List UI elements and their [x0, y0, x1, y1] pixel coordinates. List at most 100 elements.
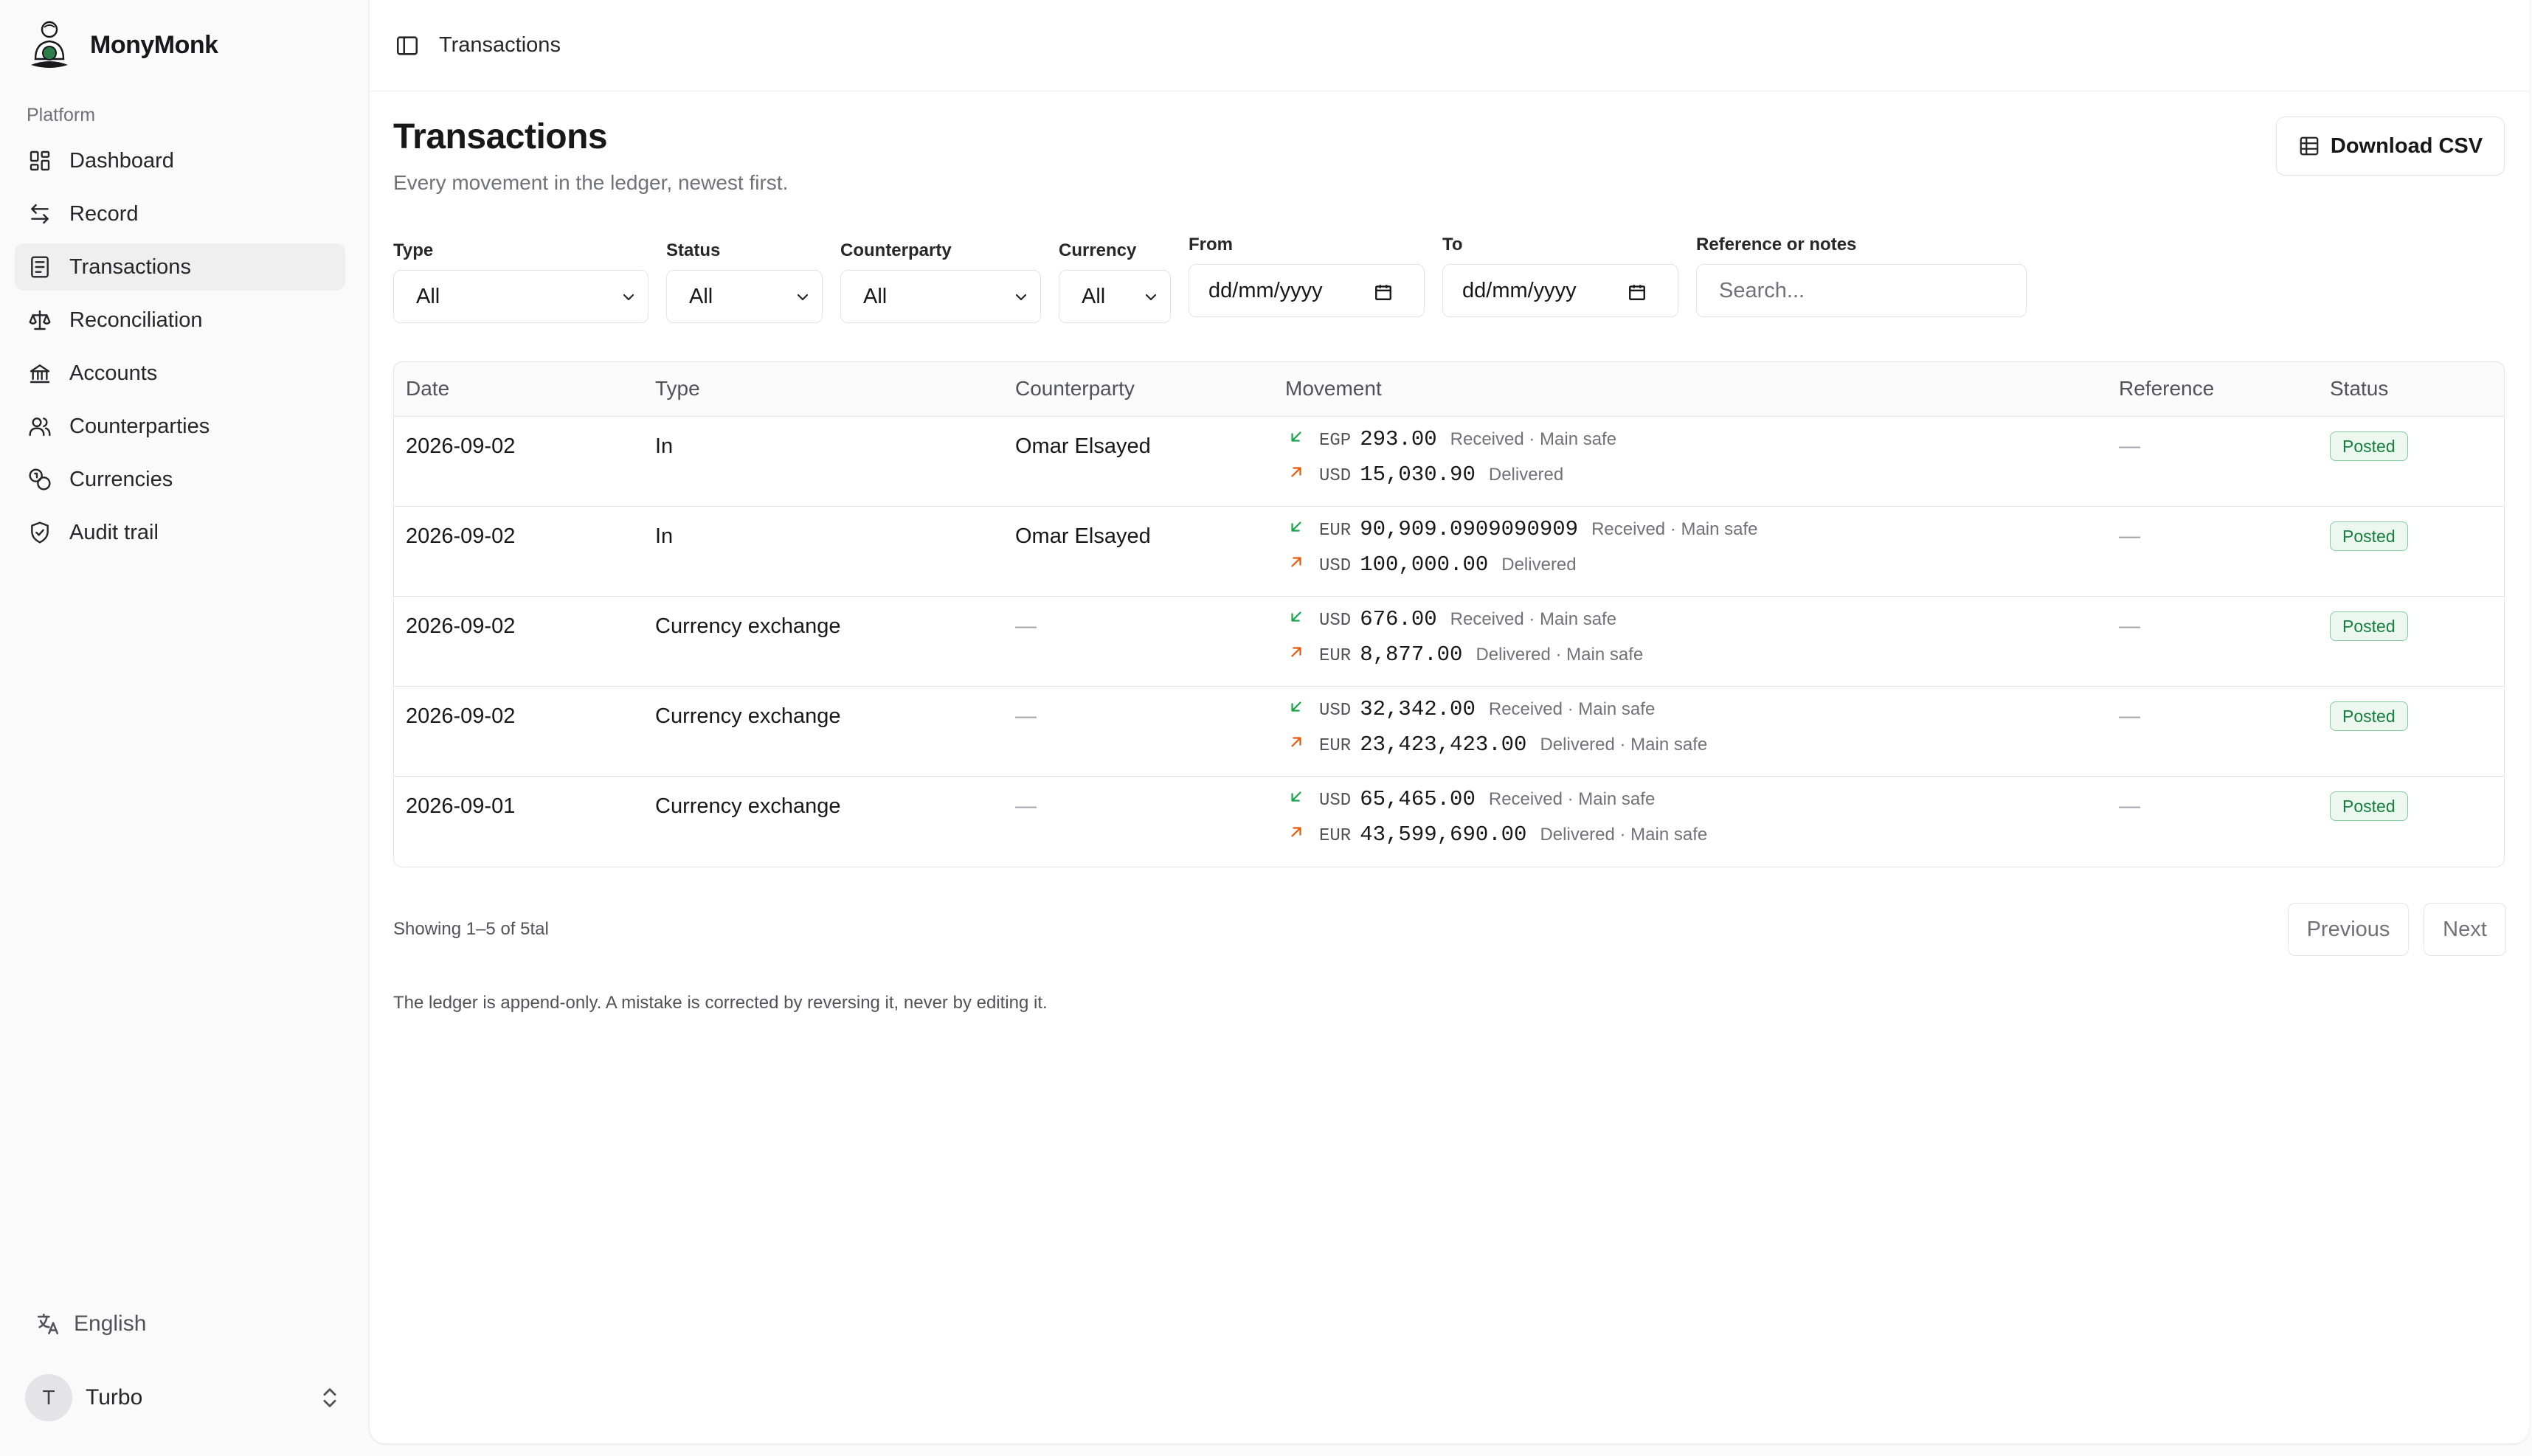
row-reference: —	[2119, 524, 2140, 548]
scale-icon	[29, 310, 51, 330]
user-menu[interactable]: T Turbo	[25, 1373, 342, 1422]
sidebar-item-dashboard[interactable]: Dashboard	[15, 137, 345, 184]
table-header: Date Type Counterparty Movement Referenc…	[394, 362, 2504, 417]
users-icon	[29, 417, 51, 437]
movement-amount: 8,877.00	[1360, 642, 1463, 667]
row-reference: —	[2119, 434, 2140, 458]
table-row[interactable]: 2026-09-02 In Omar Elsayed EUR 90,909.09…	[394, 507, 2504, 597]
arrow-up-right-icon	[1291, 827, 1301, 837]
movement-amount: 100,000.00	[1360, 552, 1489, 577]
user-name: Turbo	[86, 1385, 143, 1410]
sidebar-item-record[interactable]: Record	[15, 190, 345, 238]
movement-note: Received · Main safe	[1591, 519, 1758, 539]
movement-in: USD 65,465.00 Received · Main safe	[1285, 787, 1707, 822]
shield-check-icon	[31, 521, 49, 544]
row-date: 2026-09-02	[406, 704, 516, 728]
ledger-footnote: The ledger is append-only. A mistake is …	[393, 993, 1048, 1013]
nav-group-label: Platform	[27, 105, 96, 125]
sidebar-toggle-icon[interactable]	[395, 33, 420, 58]
type-select[interactable]: All	[393, 270, 648, 323]
reference-search-input[interactable]: Search...	[1696, 264, 2027, 317]
from-date-input[interactable]: dd/mm/yyyy	[1189, 264, 1425, 317]
arrow-down-left-icon	[1291, 701, 1301, 712]
sidebar-item-label: Transactions	[69, 254, 191, 279]
sidebar-item-audit-trail[interactable]: Audit trail	[15, 509, 345, 556]
arrow-down-left-icon	[1291, 611, 1301, 622]
brand[interactable]: MonyMonk	[28, 19, 218, 71]
sidebar-item-counterparties[interactable]: Counterparties	[15, 403, 345, 450]
page-subtitle: Every movement in the ledger, newest fir…	[393, 171, 789, 194]
next-page-button[interactable]: Next	[2424, 903, 2506, 956]
currency-select[interactable]: All	[1059, 270, 1171, 323]
counterparty-select[interactable]: All	[840, 270, 1041, 323]
movement-out: EUR 8,877.00 Delivered · Main safe	[1285, 642, 1643, 678]
sidebar-item-label: Accounts	[69, 361, 158, 385]
row-reference: —	[2119, 614, 2140, 638]
row-counterparty: —	[1015, 704, 1037, 728]
row-movement: USD 676.00 Received · Main safe EUR 8,87…	[1285, 607, 1643, 678]
translate-icon	[37, 1313, 59, 1335]
row-type: Currency exchange	[655, 704, 841, 728]
calendar-icon[interactable]	[1628, 282, 1647, 302]
monk-logo-icon	[31, 21, 68, 68]
arrows-left-right-icon	[31, 204, 49, 224]
movement-out: EUR 23,423,423.00 Delivered · Main safe	[1285, 732, 1707, 768]
arrow-down-left-icon	[1291, 521, 1301, 532]
movement-amount: 90,909.0909090909	[1360, 517, 1579, 541]
sidebar-item-label: Record	[69, 201, 139, 226]
table-row[interactable]: 2026-09-01 Currency exchange — USD 65,46…	[394, 777, 2504, 867]
calendar-icon[interactable]	[1374, 282, 1393, 302]
to-date-input[interactable]: dd/mm/yyyy	[1442, 264, 1678, 317]
language-switcher[interactable]: English	[35, 1311, 146, 1337]
movement-amount: 32,342.00	[1360, 697, 1476, 721]
movement-currency: EUR	[1319, 521, 1352, 541]
movement-amount: 43,599,690.00	[1360, 822, 1527, 847]
status-select[interactable]: All	[666, 270, 823, 323]
transactions-table: Date Type Counterparty Movement Referenc…	[393, 361, 2505, 867]
chevron-down-icon	[623, 294, 634, 301]
arrow-down-left-icon	[1291, 791, 1301, 802]
row-reference: —	[2119, 794, 2140, 818]
table-row[interactable]: 2026-09-02 In Omar Elsayed EGP 293.00 Re…	[394, 417, 2504, 507]
sidebar-item-reconciliation[interactable]: Reconciliation	[15, 297, 345, 344]
chevron-down-icon	[1145, 294, 1157, 301]
row-movement: USD 32,342.00 Received · Main safe EUR 2…	[1285, 697, 1707, 768]
chevrons-up-down-icon	[323, 1388, 336, 1407]
avatar: T	[25, 1374, 72, 1421]
movement-note: Received · Main safe	[1488, 699, 1656, 719]
status-filter-label: Status	[666, 240, 721, 260]
sidebar-item-accounts[interactable]: Accounts	[15, 350, 345, 397]
movement-note: Received · Main safe	[1450, 609, 1617, 629]
topbar: Transactions	[370, 0, 2529, 91]
row-movement: USD 65,465.00 Received · Main safe EUR 4…	[1285, 787, 1707, 858]
sidebar-item-label: Currencies	[69, 467, 173, 491]
movement-in: USD 32,342.00 Received · Main safe	[1285, 697, 1707, 732]
sidebar-item-currencies[interactable]: Currencies	[15, 456, 345, 503]
sidebar-nav: Dashboard Record Transactions Reconcilia…	[15, 137, 345, 562]
row-date: 2026-09-01	[406, 794, 516, 818]
download-csv-button[interactable]: Download CSV	[2276, 117, 2505, 176]
main-panel: Transactions Transactions Every movement…	[369, 0, 2529, 1444]
movement-currency: EUR	[1319, 646, 1352, 666]
page-title: Transactions	[393, 117, 608, 156]
column-header-reference: Reference	[2119, 377, 2215, 400]
previous-page-button[interactable]: Previous	[2288, 903, 2409, 956]
arrow-up-right-icon	[1291, 737, 1301, 747]
sidebar-item-label: Dashboard	[69, 148, 174, 173]
to-date-filter: To dd/mm/yyyy	[1442, 235, 1678, 317]
table-icon	[2300, 136, 2319, 156]
row-date: 2026-09-02	[406, 614, 516, 638]
table-row[interactable]: 2026-09-02 Currency exchange — USD 32,34…	[394, 687, 2504, 777]
movement-note: Received · Main safe	[1488, 789, 1656, 809]
row-type: In	[655, 524, 674, 548]
movement-out: USD 100,000.00 Delivered	[1285, 552, 1758, 588]
from-date-value: dd/mm/yyyy	[1208, 278, 1323, 302]
type-filter-label: Type	[393, 240, 434, 260]
counterparty-filter: Counterparty All	[840, 240, 1041, 323]
row-movement: EUR 90,909.0909090909 Received · Main sa…	[1285, 517, 1758, 588]
row-counterparty: —	[1015, 794, 1037, 818]
sidebar-item-transactions[interactable]: Transactions	[15, 243, 345, 291]
row-date: 2026-09-02	[406, 434, 516, 458]
table-row[interactable]: 2026-09-02 Currency exchange — USD 676.0…	[394, 597, 2504, 687]
chevron-down-icon	[1015, 294, 1027, 301]
